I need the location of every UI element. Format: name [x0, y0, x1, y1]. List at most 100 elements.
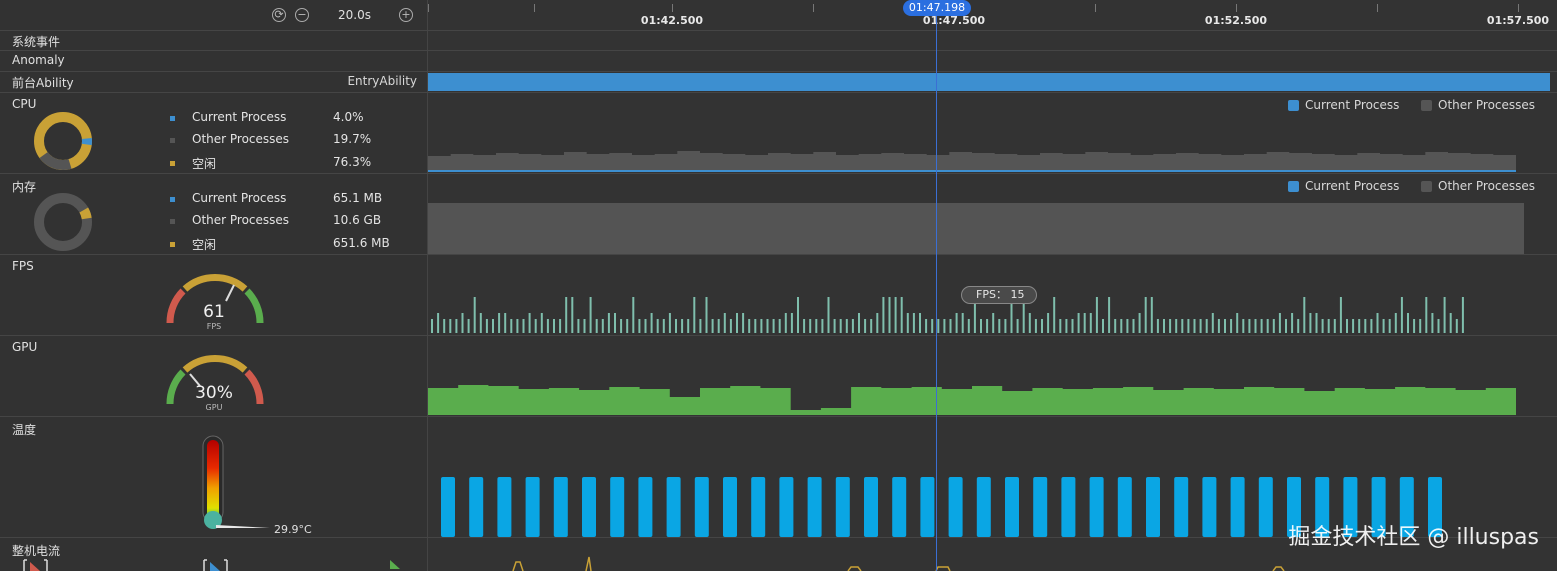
stat-value: 651.6 MB — [333, 236, 390, 250]
fps-bar — [986, 319, 989, 333]
row-temperature[interactable]: 温度 29.9°C — [0, 417, 428, 538]
fps-bar — [1041, 319, 1043, 333]
track-fps[interactable]: FPS： 15 — [428, 255, 1557, 336]
fps-bar — [1278, 313, 1281, 333]
fps-bar — [656, 319, 659, 333]
fps-bar — [803, 319, 806, 333]
fps-bar — [1217, 319, 1220, 333]
track-anomaly[interactable] — [428, 51, 1557, 72]
fps-bar — [1394, 313, 1397, 333]
fps-bar — [931, 319, 934, 333]
temperature-bar — [610, 477, 625, 537]
track-cpu[interactable]: Current Process Other Processes — [428, 93, 1557, 174]
track-memory[interactable]: Current Process Other Processes — [428, 174, 1557, 255]
fps-bar — [644, 319, 647, 333]
gpu-value: 30% — [195, 383, 233, 403]
fps-bar — [912, 313, 915, 333]
time-tick: 01:42.500 — [640, 14, 704, 27]
fps-bar — [1059, 319, 1062, 333]
fps-bar — [1285, 319, 1287, 333]
row-cpu[interactable]: CPU Current Process 4.0% Other Processes… — [0, 93, 428, 174]
foreground-ability-name: EntryAbility — [347, 74, 417, 88]
row-memory[interactable]: 内存 Current Process 65.1 MB Other Process… — [0, 174, 428, 255]
gpu-unit: GPU — [205, 403, 223, 412]
fps-bar — [1425, 297, 1428, 333]
fps-bar — [632, 297, 635, 333]
zoom-out-icon[interactable]: − — [295, 8, 309, 22]
fps-bar — [1248, 319, 1251, 333]
fps-bar — [809, 319, 812, 333]
cpu-stat-other: Other Processes 19.7% — [170, 132, 410, 150]
fps-bar — [681, 319, 684, 333]
idle-swatch — [170, 242, 175, 247]
temperature-bar — [1174, 477, 1189, 537]
temperature-bar — [920, 477, 935, 537]
fps-bar — [1034, 319, 1037, 333]
row-anomaly[interactable]: Anomaly — [0, 51, 428, 72]
fps-bar — [534, 319, 537, 333]
fps-bar — [992, 313, 995, 333]
stat-label: Other Processes — [192, 213, 290, 227]
time-cursor-line[interactable] — [936, 0, 937, 571]
fps-bar — [815, 319, 818, 333]
time-cursor-badge[interactable]: 01:47.198 — [903, 0, 971, 16]
zoom-in-icon[interactable]: + — [399, 8, 413, 22]
temperature-bar — [1061, 477, 1076, 537]
cpu-chart — [428, 151, 1516, 172]
watermark: 掘金技术社区 @ illuspas — [1288, 525, 1539, 550]
fps-bar — [1120, 319, 1123, 333]
temperature-bar — [807, 477, 822, 537]
fps-bar — [559, 319, 562, 333]
fps-bar — [1339, 297, 1342, 333]
fps-bar — [1175, 319, 1178, 333]
cpu-donut — [34, 112, 92, 170]
fps-bar — [1114, 319, 1117, 333]
power-icons — [23, 559, 400, 571]
track-gpu[interactable] — [428, 336, 1557, 417]
fps-bar — [1047, 313, 1050, 333]
fps-bar — [760, 319, 763, 333]
temperature-bar — [1202, 477, 1217, 537]
fps-bar — [1004, 319, 1007, 333]
fps-bar — [614, 313, 616, 333]
track-system-events[interactable] — [428, 30, 1557, 51]
fps-bar — [504, 313, 507, 333]
time-axis[interactable]: 01:42.500 01:47.500 01:52.500 01:57.500 — [428, 0, 1557, 30]
timeline-panel[interactable]: 01:42.500 01:47.500 01:52.500 01:57.500 … — [428, 0, 1557, 571]
row-foreground-ability[interactable]: 前台Ability EntryAbility — [0, 72, 428, 93]
reset-icon[interactable]: ⟳ — [272, 8, 286, 22]
fps-bar — [1303, 297, 1306, 333]
fps-bar — [1083, 313, 1086, 333]
row-power[interactable]: 整机电流 — [0, 538, 428, 571]
temperature-bar — [441, 477, 455, 537]
fps-bar — [1461, 297, 1464, 333]
fps-bar — [1455, 319, 1458, 333]
fps-bar — [882, 297, 885, 333]
fps-bar — [437, 313, 440, 333]
fps-bar — [1187, 319, 1190, 333]
stat-value: 65.1 MB — [333, 191, 383, 205]
fps-bar — [797, 297, 799, 333]
fps-bar — [443, 319, 446, 333]
row-fps[interactable]: FPS 61 FPS — [0, 255, 428, 336]
fps-bar — [1449, 313, 1452, 333]
fps-bar — [1419, 319, 1422, 333]
row-gpu[interactable]: GPU 30% GPU — [0, 336, 428, 417]
fps-bar — [1156, 319, 1159, 333]
temperature-bar — [1033, 477, 1048, 537]
fps-bar — [723, 313, 726, 333]
fps-bar — [1327, 319, 1330, 333]
track-foreground-ability[interactable] — [428, 72, 1557, 93]
fps-bar — [1053, 297, 1056, 333]
foreground-ability-bar[interactable] — [428, 73, 1550, 91]
row-system-events[interactable]: 系统事件 — [0, 30, 428, 51]
fps-bar — [693, 297, 696, 333]
memory-stat-current: Current Process 65.1 MB — [170, 191, 410, 209]
fps-bar — [888, 297, 891, 333]
fps-bar — [919, 313, 921, 333]
fps-bar — [528, 313, 531, 333]
stat-label: Current Process — [192, 110, 287, 124]
fps-bar — [827, 297, 830, 333]
fps-bar — [925, 319, 928, 333]
cpu-stat-current: Current Process 4.0% — [170, 110, 410, 128]
